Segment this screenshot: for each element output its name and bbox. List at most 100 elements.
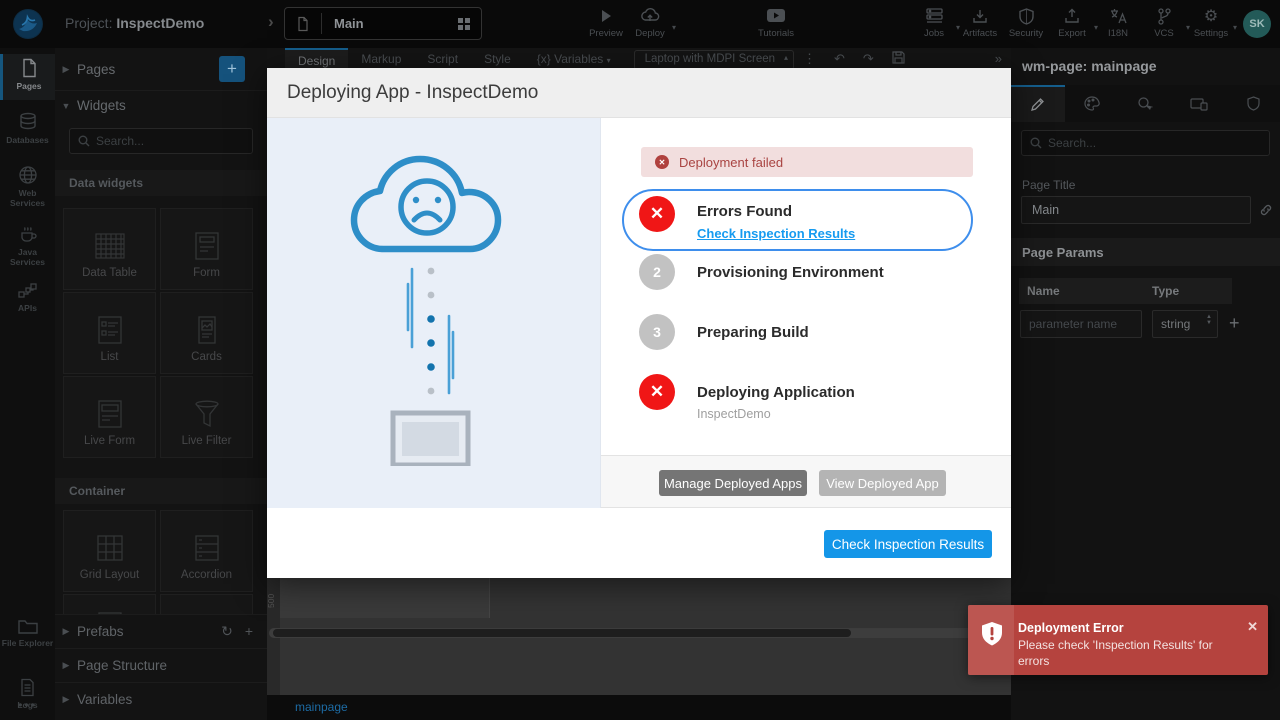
page-tab-label: Main <box>334 16 457 31</box>
toast-message: Please check 'Inspection Results' for er… <box>1018 637 1230 669</box>
left-rail: Pages Databases Web Services Java Servic… <box>0 48 55 720</box>
form-icon <box>193 231 221 261</box>
deployment-failed-alert: ✕ Deployment failed <box>641 147 973 177</box>
step3-badge: 3 <box>639 314 675 350</box>
partial-widget-icon <box>96 605 124 614</box>
param-name-input[interactable] <box>1020 310 1142 338</box>
toast-close-icon[interactable]: ✕ <box>1247 619 1258 635</box>
properties-tabs <box>1011 85 1280 122</box>
search-icon <box>78 135 90 147</box>
modal-header: Deploying App - InspectDemo <box>267 68 1011 118</box>
list-icon <box>96 315 124 345</box>
coffee-cup-icon <box>18 224 38 244</box>
widget-list[interactable]: List <box>63 292 156 374</box>
horizontal-scrollbar <box>269 628 987 638</box>
col-type-header: Type <box>1144 278 1224 304</box>
widget-grid-layout[interactable]: Grid Layout <box>63 510 156 592</box>
chevron-right-icon[interactable]: › <box>268 12 274 32</box>
tab-properties[interactable] <box>1011 85 1065 122</box>
bind-link-icon[interactable] <box>1259 203 1273 217</box>
widget-live-form[interactable]: Live Form <box>63 376 156 458</box>
device-select[interactable]: Laptop with MDPI Screen▴ <box>634 50 794 70</box>
step1-inspection-link[interactable]: Check Inspection Results <box>697 226 855 241</box>
accordion-icon <box>193 533 221 563</box>
widget-data-table[interactable]: Data Table <box>63 208 156 290</box>
globe-icon <box>18 165 38 185</box>
select-spinner-icon: ▲▼ <box>1206 314 1212 326</box>
canvas-bottom-bar: mainpage <box>267 695 1011 720</box>
widget-partial-tile[interactable] <box>63 594 156 614</box>
tab-script[interactable]: Script <box>414 48 471 70</box>
rail-item-web-services[interactable]: Web Services <box>0 161 55 213</box>
deploy-failed-illustration <box>267 118 601 508</box>
tutorials-button[interactable]: Tutorials <box>748 6 804 44</box>
scrollbar-thumb[interactable] <box>273 629 851 637</box>
col-name-header: Name <box>1019 278 1144 304</box>
database-icon <box>18 112 38 132</box>
select-caret-icon: ▴ <box>784 53 788 62</box>
data-widgets-label: Data widgets <box>55 170 267 196</box>
upload-icon <box>1064 8 1080 24</box>
user-avatar[interactable]: SK <box>1243 10 1271 38</box>
tab-markup[interactable]: Markup <box>348 48 414 70</box>
step1-title: Errors Found <box>697 203 792 220</box>
check-inspection-results-button[interactable]: Check Inspection Results <box>824 530 992 558</box>
widget-partial-tile[interactable] <box>160 594 253 614</box>
tab-variables[interactable]: {x} Variables ▾ <box>524 48 624 70</box>
page-params-header: Page Params <box>1011 238 1280 266</box>
tab-styles[interactable] <box>1065 85 1119 122</box>
live-form-icon <box>96 399 124 429</box>
tab-style[interactable]: Style <box>471 48 524 70</box>
caret-down-icon: ▾ <box>672 23 676 32</box>
widget-form[interactable]: Form <box>160 208 253 290</box>
page-title-label: Page Title <box>1022 178 1075 192</box>
rail-item-pages[interactable]: Pages <box>0 54 55 100</box>
page-structure-section-header[interactable]: ▶ Page Structure <box>55 648 267 682</box>
more-options-icon[interactable]: ••• <box>0 698 55 712</box>
jobs-server-icon <box>926 8 943 24</box>
gear-icon: ⚙ <box>1183 6 1239 26</box>
folder-icon <box>18 618 38 635</box>
tab-design[interactable]: Design <box>285 48 348 70</box>
deploy-steps-panel: ✕ Deployment failed ✕ Errors Found Check… <box>601 118 1011 455</box>
rail-item-databases[interactable]: Databases <box>0 108 55 154</box>
rail-item-java-services[interactable]: Java Services <box>0 220 55 272</box>
step3-title: Preparing Build <box>697 324 809 341</box>
toast-shield-icon <box>980 621 1004 647</box>
tab-inspect[interactable] <box>1119 85 1173 122</box>
wavemaker-logo-icon[interactable] <box>13 9 43 39</box>
view-deployed-app-button[interactable]: View Deployed App <box>819 470 946 496</box>
widget-search-input[interactable] <box>96 134 236 148</box>
tab-security[interactable] <box>1226 85 1280 122</box>
add-prefab-icon[interactable]: + <box>245 623 253 640</box>
tab-devices[interactable] <box>1172 85 1226 122</box>
variables-section-header[interactable]: ▶ Variables <box>55 682 267 716</box>
rail-item-apis[interactable]: APIs <box>0 278 55 324</box>
layout-grid-icon[interactable] <box>457 17 471 31</box>
widget-live-filter[interactable]: Live Filter <box>160 376 253 458</box>
widgets-section-header[interactable]: ▼ Widgets <box>55 90 267 120</box>
widget-accordion[interactable]: Accordion <box>160 510 253 592</box>
add-page-button[interactable]: + <box>219 56 245 82</box>
search-icon <box>1030 137 1042 149</box>
top-bar: Project: InspectDemo › Main Preview Depl… <box>0 0 1280 48</box>
add-param-button[interactable]: + <box>1229 313 1240 334</box>
grid-layout-icon <box>95 533 125 563</box>
deploy-button[interactable]: Deploy ▾ <box>622 6 678 44</box>
page-title-input[interactable] <box>1021 196 1251 224</box>
property-search-input[interactable] <box>1048 136 1248 150</box>
rail-item-file-explorer[interactable]: File Explorer <box>0 614 55 666</box>
manage-deployed-apps-button[interactable]: Manage Deployed Apps <box>659 470 807 496</box>
page-doc-icon <box>295 16 311 32</box>
page-tab-main[interactable]: Main <box>284 7 482 40</box>
rail-item-logs[interactable]: Logs <box>0 674 55 720</box>
container-label: Container <box>55 478 267 504</box>
param-type-select[interactable]: string ▲▼ <box>1152 310 1218 338</box>
prefabs-section-header[interactable]: ▶ Prefabs ↻+ <box>55 614 267 648</box>
refresh-icon[interactable]: ↻ <box>221 623 233 640</box>
deploy-modal: Deploying App - InspectDemo <box>267 68 1011 578</box>
breadcrumb-mainpage[interactable]: mainpage <box>295 700 348 714</box>
settings-button[interactable]: ⚙ Settings ▾ <box>1183 6 1239 44</box>
widget-cards[interactable]: Cards <box>160 292 253 374</box>
devices-icon <box>1190 97 1208 111</box>
